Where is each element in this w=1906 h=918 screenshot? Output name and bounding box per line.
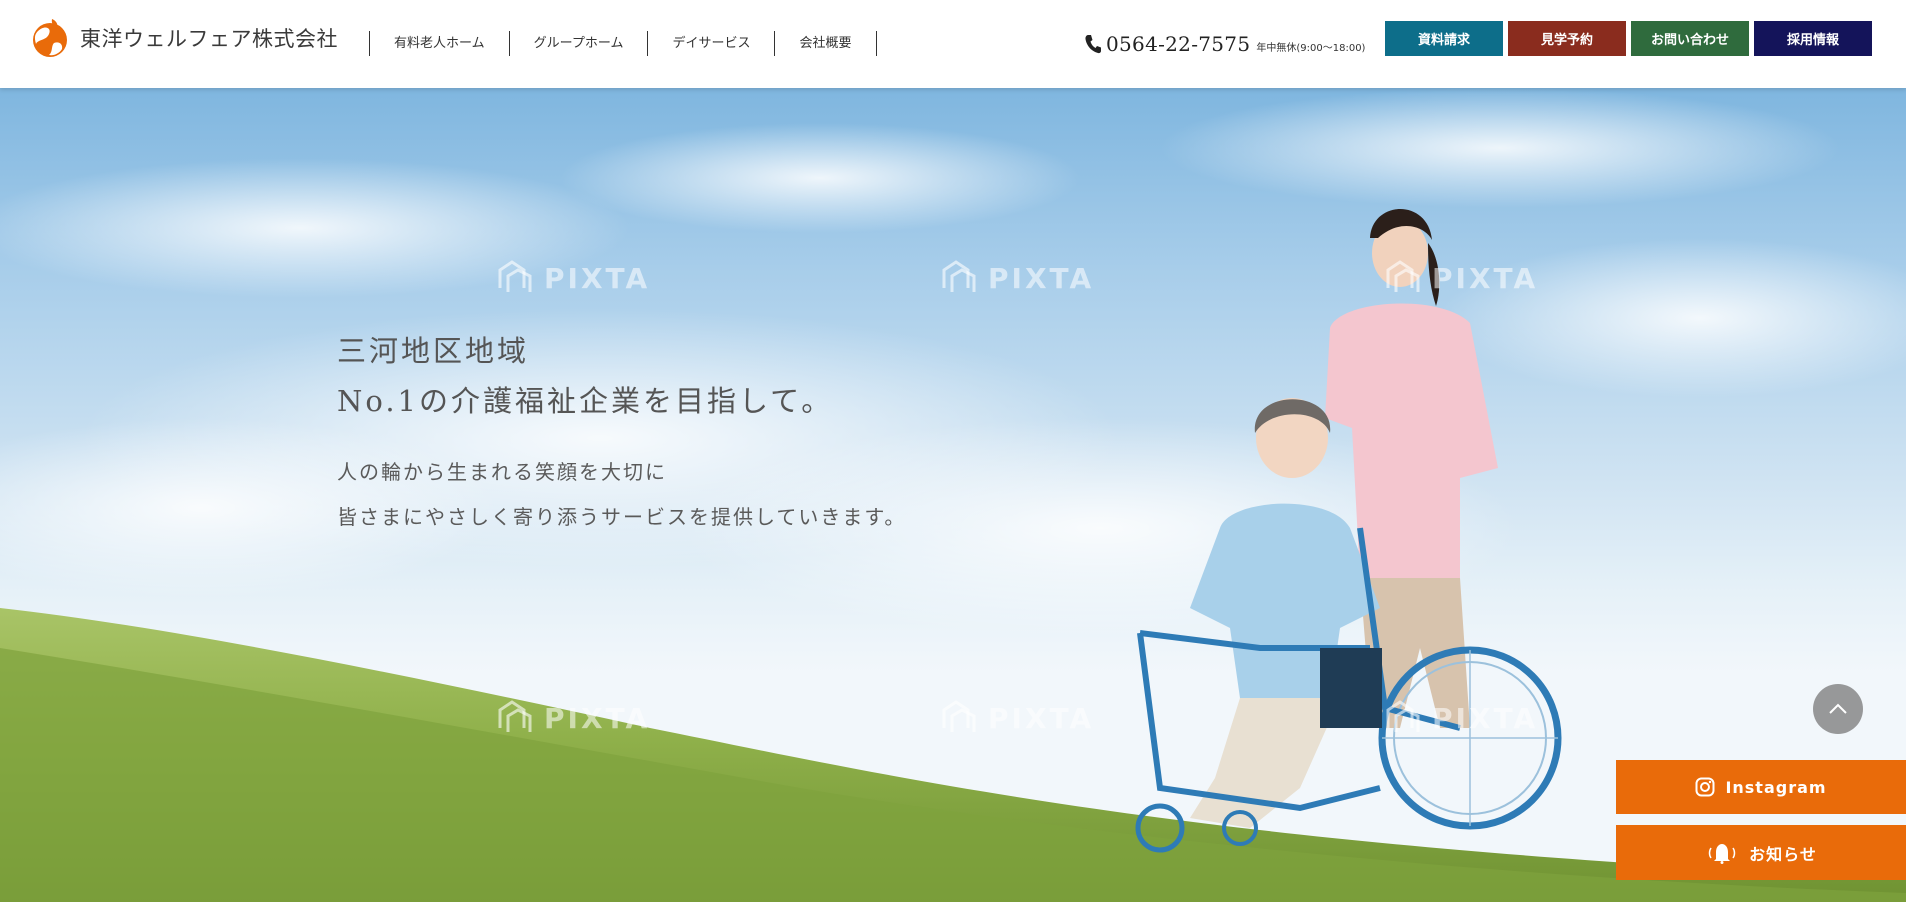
phone-number: 0564-22-7575	[1106, 32, 1251, 56]
watermark-logo-icon	[1386, 700, 1420, 732]
phone-icon	[1085, 35, 1101, 54]
watermark: PIXTA	[496, 698, 650, 738]
watermark-logo-icon	[1386, 260, 1420, 292]
hero-title-line1: 三河地区地域	[337, 334, 530, 368]
company-logo[interactable]: 東洋ウェルフェア株式会社	[32, 17, 338, 59]
hero-sub-line1: 人の輪から生まれる笑顔を大切に	[337, 460, 667, 484]
watermark-text: PIXTA	[544, 261, 651, 295]
instagram-label: Instagram	[1725, 777, 1827, 797]
watermark-logo-icon	[498, 260, 532, 292]
header-buttons: 資料請求 見学予約 お問い合わせ 採用情報	[1385, 21, 1877, 56]
watermark-text: PIXTA	[988, 261, 1095, 295]
global-nav: 有料老人ホーム グループホーム デイサービス 会社概要	[369, 31, 877, 56]
watermark: PIXTA	[496, 258, 650, 298]
business-hours: 年中無休(9:00〜18:00)	[1256, 42, 1366, 54]
page-top-button[interactable]	[1813, 684, 1863, 734]
hero-copy: 三河地区地域 No.1の介護福祉企業を目指して。 人の輪から生まれる笑顔を大切に…	[337, 326, 906, 540]
phone-contact[interactable]: 0564-22-7575 年中無休(9:00〜18:00)	[1084, 32, 1365, 56]
watermark: PIXTA	[940, 698, 1094, 738]
watermark-logo-icon	[942, 260, 976, 292]
watermark-text: PIXTA	[1432, 701, 1539, 735]
visit-reservation-button[interactable]: 見学予約	[1508, 21, 1626, 56]
nav-divider	[875, 31, 877, 56]
page-bottom-edge	[0, 902, 1906, 918]
watermark-text: PIXTA	[1432, 261, 1539, 295]
globe-logo-icon	[33, 19, 67, 57]
nav-item-group-home[interactable]: グループホーム	[510, 31, 648, 56]
recruit-button[interactable]: 採用情報	[1754, 21, 1872, 56]
site-header: 東洋ウェルフェア株式会社 有料老人ホーム グループホーム デイサービス 会社概要…	[0, 0, 1906, 88]
watermark-logo-icon	[498, 700, 532, 732]
nav-item-day-service[interactable]: デイサービス	[648, 31, 774, 56]
instagram-button[interactable]: Instagram	[1616, 760, 1906, 814]
watermark-text: PIXTA	[544, 701, 651, 735]
nav-item-nursing-home[interactable]: 有料老人ホーム	[370, 31, 509, 56]
bell-icon	[1705, 842, 1739, 864]
watermark: PIXTA	[1384, 258, 1538, 298]
company-name: 東洋ウェルフェア株式会社	[80, 27, 338, 51]
nav-item-company[interactable]: 会社概要	[775, 31, 875, 56]
notice-button[interactable]: お知らせ	[1616, 825, 1906, 880]
instagram-icon	[1695, 777, 1715, 797]
watermark-text: PIXTA	[988, 701, 1095, 735]
hero-title: 三河地区地域 No.1の介護福祉企業を目指して。	[337, 326, 906, 426]
request-docs-button[interactable]: 資料請求	[1385, 21, 1503, 56]
watermark-logo-icon	[942, 700, 976, 732]
notice-label: お知らせ	[1749, 844, 1817, 864]
watermark: PIXTA	[1384, 698, 1538, 738]
watermark: PIXTA	[940, 258, 1094, 298]
contact-button[interactable]: お問い合わせ	[1631, 21, 1749, 56]
hero-subtitle: 人の輪から生まれる笑顔を大切に 皆さまにやさしく寄り添うサービスを提供していきま…	[337, 450, 906, 540]
chevron-up-icon	[1829, 703, 1847, 714]
hero-sub-line2: 皆さまにやさしく寄り添うサービスを提供していきます。	[337, 505, 907, 529]
hero-title-line2: No.1の介護福祉企業を目指して。	[337, 384, 834, 418]
